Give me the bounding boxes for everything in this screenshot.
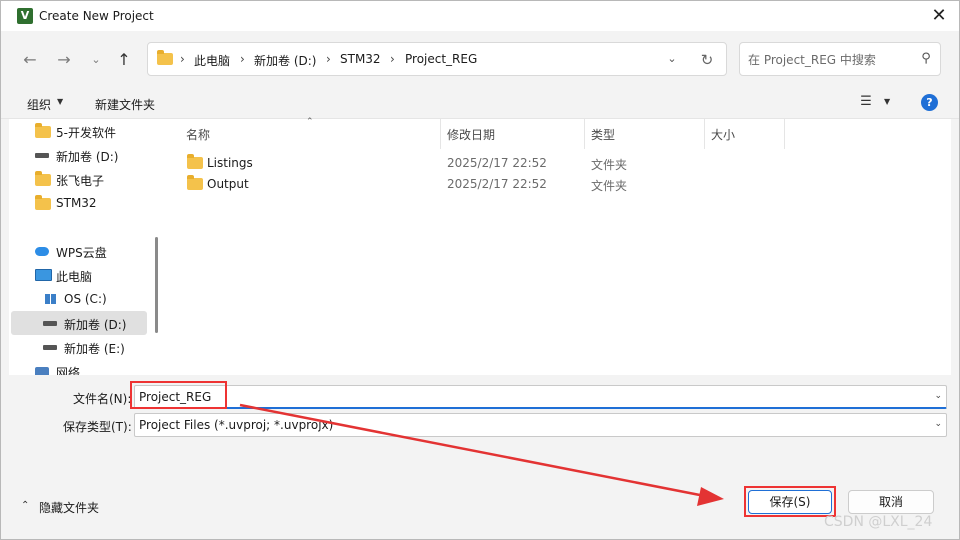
breadcrumb-drive-d[interactable]: 新加卷 (D:) xyxy=(254,52,316,69)
file-row[interactable]: Listings 2025/2/17 22:52 文件夹 xyxy=(177,152,937,173)
column-header-type[interactable]: 类型 xyxy=(591,126,615,143)
sidebar-item-stm32[interactable]: STM32 xyxy=(11,191,147,215)
up-arrow-icon[interactable]: ↑ xyxy=(113,49,135,71)
file-list: ⌃ 名称 修改日期 类型 大小 Listings 2025/2/17 22:52… xyxy=(165,117,951,375)
column-header-modified[interactable]: 修改日期 xyxy=(447,126,495,143)
sidebar-item-label: 新加卷 (D:) xyxy=(64,318,127,332)
folder-icon xyxy=(157,50,173,65)
sidebar-item-label: 5-开发软件 xyxy=(56,126,116,140)
caret-down-icon[interactable]: ▼ xyxy=(884,97,890,106)
folder-icon xyxy=(187,175,203,190)
drive-icon xyxy=(43,340,59,354)
sidebar-item-network[interactable]: 网络 xyxy=(11,359,147,375)
help-icon[interactable]: ? xyxy=(921,94,938,111)
chevron-down-icon[interactable]: ⌄ xyxy=(934,391,942,401)
file-row[interactable]: Output 2025/2/17 22:52 文件夹 xyxy=(177,173,937,194)
address-bar[interactable]: › 此电脑 › 新加卷 (D:) › STM32 › Project_REG ⌄… xyxy=(147,42,727,76)
sidebar-item-dev-software[interactable]: 5-开发软件 xyxy=(11,119,147,143)
window-title: Create New Project xyxy=(39,9,154,23)
sidebar-item-drive-d[interactable]: 新加卷 (D:) xyxy=(11,143,147,167)
filetype-value: Project Files (*.uvproj; *.uvprojx) xyxy=(139,418,334,432)
network-icon xyxy=(35,364,51,375)
chevron-right-icon: › xyxy=(240,52,245,66)
search-icon[interactable]: ⚲ xyxy=(918,51,934,67)
filename-field[interactable]: Project_REG ⌄ xyxy=(134,385,947,409)
filename-highlight-box xyxy=(130,381,227,409)
caret-down-icon[interactable]: ▼ xyxy=(57,97,63,106)
keil-app-icon: V xyxy=(17,8,33,24)
sidebar-item-this-pc[interactable]: 此电脑 xyxy=(11,263,147,287)
sidebar-item-drive-e[interactable]: 新加卷 (E:) xyxy=(11,335,147,359)
chevron-down-icon[interactable]: ⌄ xyxy=(664,51,680,67)
filename-label: 文件名(N): xyxy=(73,392,132,406)
folder-icon xyxy=(187,154,203,169)
sidebar-item-label: STM32 xyxy=(56,196,97,210)
filetype-label: 保存类型(T): xyxy=(63,420,132,434)
title-bar: V Create New Project ✕ xyxy=(1,1,959,31)
sidebar-item-label: 网络 xyxy=(56,366,81,375)
pc-icon xyxy=(35,268,52,282)
organize-menu-button[interactable]: 组织 xyxy=(27,96,51,113)
view-options-icon[interactable]: ☰ xyxy=(858,94,874,110)
file-modified-date: 2025/2/17 22:52 xyxy=(447,156,547,170)
search-box[interactable]: ⚲ xyxy=(739,42,941,76)
sidebar-item-label: 张飞电子 xyxy=(56,174,105,188)
sidebar-item-label: OS (C:) xyxy=(64,292,107,306)
column-divider[interactable] xyxy=(440,119,441,149)
column-header-name[interactable]: 名称 xyxy=(186,126,210,143)
sidebar-item-drive-d-selected[interactable]: 新加卷 (D:) xyxy=(11,311,147,335)
new-folder-button[interactable]: 新建文件夹 xyxy=(95,96,155,113)
browser-content: 5-开发软件 新加卷 (D:) 张飞电子 STM32 WPS云盘 此电脑 OS … xyxy=(9,117,951,375)
drive-icon xyxy=(43,316,59,330)
sidebar-item-label: 新加卷 (D:) xyxy=(56,150,119,164)
sidebar-item-label: 新加卷 (E:) xyxy=(64,342,125,356)
filetype-select[interactable]: Project Files (*.uvproj; *.uvprojx) ⌄ xyxy=(134,413,947,437)
windows-drive-icon xyxy=(43,292,59,306)
file-type: 文件夹 xyxy=(591,179,628,193)
cloud-icon xyxy=(35,244,51,258)
chevron-right-icon: › xyxy=(390,52,395,66)
recent-locations-chevron-icon[interactable]: ⌄ xyxy=(85,49,107,71)
sidebar-item-label: 此电脑 xyxy=(56,270,93,284)
chevron-down-icon[interactable]: ⌄ xyxy=(934,419,942,429)
watermark-text: CSDN @LXL_24 xyxy=(824,514,933,530)
sort-ascending-icon: ⌃ xyxy=(306,117,314,127)
chevron-up-icon[interactable]: ⌃ xyxy=(21,500,29,511)
folder-icon xyxy=(35,123,51,138)
file-type: 文件夹 xyxy=(591,158,628,172)
file-name: Listings xyxy=(207,156,253,170)
breadcrumb-this-pc[interactable]: 此电脑 xyxy=(194,52,230,69)
navigation-pane: 5-开发软件 新加卷 (D:) 张飞电子 STM32 WPS云盘 此电脑 OS … xyxy=(9,119,159,375)
save-highlight-box xyxy=(744,486,836,517)
breadcrumb-project-reg[interactable]: Project_REG xyxy=(405,52,477,66)
column-divider[interactable] xyxy=(584,119,585,149)
column-divider[interactable] xyxy=(704,119,705,149)
navigation-bar: ← → ⌄ ↑ › 此电脑 › 新加卷 (D:) › STM32 › Proje… xyxy=(1,31,959,87)
sidebar-item-wps-cloud[interactable]: WPS云盘 xyxy=(11,239,147,263)
refresh-icon[interactable]: ↻ xyxy=(697,50,717,70)
back-arrow-icon[interactable]: ← xyxy=(19,49,41,71)
chevron-right-icon: › xyxy=(180,52,185,66)
hide-folders-toggle[interactable]: 隐藏文件夹 xyxy=(39,499,99,516)
file-modified-date: 2025/2/17 22:52 xyxy=(447,177,547,191)
column-divider[interactable] xyxy=(784,119,785,149)
column-header-size[interactable]: 大小 xyxy=(711,126,735,143)
sidebar-item-os-c[interactable]: OS (C:) xyxy=(11,287,147,311)
sidebar-item-zhangfei[interactable]: 张飞电子 xyxy=(11,167,147,191)
search-input[interactable] xyxy=(748,51,908,69)
chevron-right-icon: › xyxy=(326,52,331,66)
folder-icon xyxy=(35,171,51,186)
command-bar: 组织 ▼ 新建文件夹 ☰ ▼ ? xyxy=(1,87,959,119)
save-dialog-window: V Create New Project ✕ ← → ⌄ ↑ › 此电脑 › 新… xyxy=(0,0,960,540)
forward-arrow-icon[interactable]: → xyxy=(53,49,75,71)
breadcrumb-stm32[interactable]: STM32 xyxy=(340,52,381,66)
sidebar-item-label: WPS云盘 xyxy=(56,246,107,260)
close-icon[interactable]: ✕ xyxy=(927,4,951,28)
cancel-button[interactable]: 取消 xyxy=(848,490,934,514)
sidebar-scrollbar[interactable] xyxy=(155,237,158,333)
file-name: Output xyxy=(207,177,249,191)
drive-icon xyxy=(35,148,51,162)
folder-icon xyxy=(35,195,51,210)
